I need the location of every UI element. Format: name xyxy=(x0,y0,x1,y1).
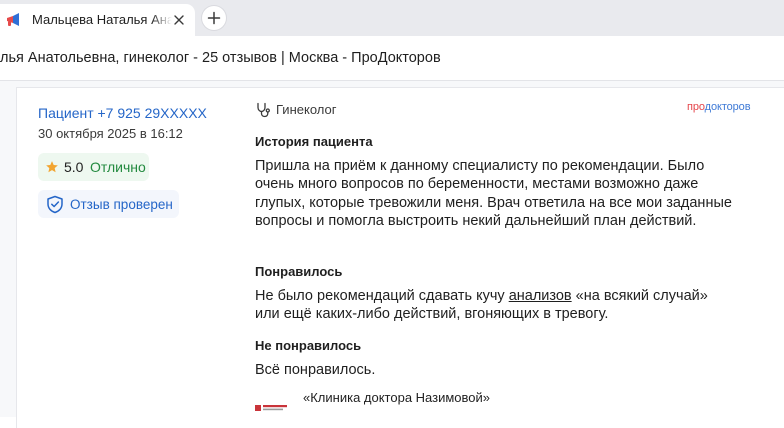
prodoctorov-logo: продокторов xyxy=(687,100,751,114)
clinic-logo-icon xyxy=(255,405,287,411)
page-title: лья Анатольевна, гинеколог - 25 отзывов … xyxy=(0,50,441,66)
specialty-label: Гинеколог xyxy=(276,102,337,117)
liked-heading: Понравилось xyxy=(255,264,343,279)
rating-badge: 5.0 Отлично xyxy=(38,153,149,181)
disliked-heading: Не понравилось xyxy=(255,338,362,353)
tab-title: Мальцева Наталья Анатольевна xyxy=(32,12,172,27)
browser-tab-strip: Мальцева Наталья Анатольевна xyxy=(0,0,784,36)
new-tab-button[interactable] xyxy=(202,6,226,30)
disliked-text: Всё понравилось. xyxy=(255,362,376,378)
logo-part-doctors: докторов xyxy=(704,101,751,113)
liked-text-start: Не было рекомендаций сдавать кучу xyxy=(255,288,505,304)
history-heading: История пациента xyxy=(255,134,373,149)
review-author-link[interactable]: Пациент +7 925 29XXXXX xyxy=(38,104,207,122)
history-text: Пришла на приём к данному специалисту по… xyxy=(255,158,732,229)
plus-icon xyxy=(207,11,221,25)
liked-text: Не было рекомендаций сдавать кучу анализ… xyxy=(255,287,735,324)
rating-word: Отлично xyxy=(90,159,146,175)
review-card: Пациент +7 925 29XXXXX 30 октября 2025 в… xyxy=(16,87,784,428)
analyses-link[interactable]: анализов xyxy=(509,288,572,304)
shield-check-icon xyxy=(47,195,63,214)
review-date: 30 октября 2025 в 16:12 xyxy=(38,126,183,141)
page-title-bar: лья Анатольевна, гинеколог - 25 отзывов … xyxy=(0,36,784,81)
close-icon[interactable] xyxy=(172,13,186,27)
verified-badge[interactable]: Отзыв проверен xyxy=(38,190,179,218)
star-icon xyxy=(46,161,58,173)
browser-tab[interactable]: Мальцева Наталья Анатольевна xyxy=(0,4,195,36)
clinic-name: «Клиника доктора Назимовой» xyxy=(303,390,491,405)
logo-part-pro: про xyxy=(687,101,705,113)
stethoscope-icon xyxy=(257,102,270,118)
verified-label: Отзыв проверен xyxy=(70,197,173,212)
megaphone-icon xyxy=(5,12,23,28)
page-content: Пациент +7 925 29XXXXX 30 октября 2025 в… xyxy=(0,81,784,428)
rating-value: 5.0 xyxy=(64,159,84,175)
